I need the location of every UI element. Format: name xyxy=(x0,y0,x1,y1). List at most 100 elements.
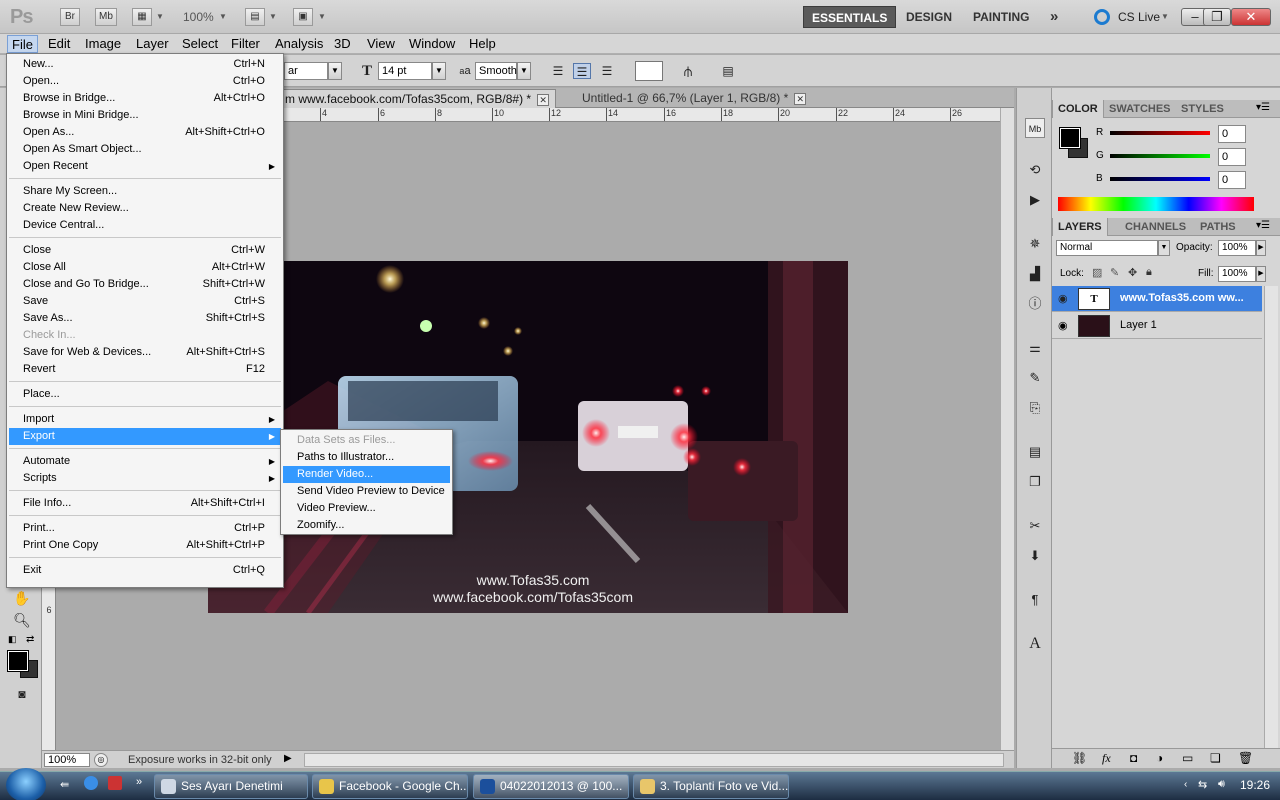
tab-document-1[interactable]: m www.facebook.com/Tofas35com, RGB/8#) *… xyxy=(278,89,557,108)
panel-menu-icon[interactable]: ▾☰ xyxy=(1256,220,1270,231)
status-zoom-field[interactable]: 100% xyxy=(44,753,90,767)
font-size-dropdown-icon[interactable]: ▼ xyxy=(432,62,446,80)
adjustments-icon[interactable]: ⚌ xyxy=(1025,338,1045,358)
channel-b-value[interactable]: 0 xyxy=(1218,171,1246,189)
align-right-icon[interactable]: ☰ xyxy=(598,63,616,79)
status-menu-arrow-icon[interactable]: ▶ xyxy=(284,753,292,764)
delete-layer-icon[interactable]: 🗑︎ xyxy=(1238,751,1253,765)
align-center-icon[interactable]: ☰ xyxy=(573,63,591,79)
file-menu-item[interactable]: New... Ctrl+N xyxy=(9,56,281,73)
character-panel-icon[interactable]: ▤ xyxy=(719,63,737,79)
vertical-scrollbar[interactable] xyxy=(1000,108,1014,750)
brushes-icon[interactable]: ✎ xyxy=(1025,368,1045,388)
lock-transparent-icon[interactable]: ▨ xyxy=(1092,266,1102,279)
animation-icon[interactable]: ⬇ xyxy=(1025,546,1045,566)
channel-g-value[interactable]: 0 xyxy=(1218,148,1246,166)
file-menu-item[interactable]: Print... Ctrl+P xyxy=(9,520,281,537)
show-desktop-icon[interactable]: ⇚ xyxy=(60,778,69,791)
lock-pixels-icon[interactable]: ✎ xyxy=(1110,266,1119,279)
tab-close-icon[interactable]: ✕ xyxy=(537,94,550,106)
channel-b-slider[interactable] xyxy=(1110,177,1210,181)
warp-text-icon[interactable]: ⫛ xyxy=(679,63,697,79)
file-menu-item[interactable]: Close Ctrl+W xyxy=(9,242,281,259)
zoom-dropdown-icon[interactable]: ▼ xyxy=(219,12,227,21)
notes-icon[interactable]: ▤ xyxy=(1025,442,1045,462)
menu-window[interactable]: Window xyxy=(405,35,459,53)
visibility-eye-icon[interactable]: ◉ xyxy=(1058,292,1068,305)
file-menu-item[interactable]: Scripts ▶ xyxy=(9,470,281,487)
file-menu-item[interactable]: Open Recent ▶ xyxy=(9,158,281,175)
layer-row-text[interactable]: ◉ T www.Tofas35.com ww... xyxy=(1052,286,1262,312)
file-menu-item[interactable]: Export ▶ xyxy=(9,428,281,445)
channel-r-slider[interactable] xyxy=(1110,131,1210,135)
foreground-color-swatch[interactable] xyxy=(7,650,29,672)
file-menu-item[interactable]: Exit Ctrl+Q xyxy=(9,562,281,579)
zoom-level[interactable]: 100% xyxy=(183,10,214,24)
channel-g-slider[interactable] xyxy=(1110,154,1210,158)
file-menu-item[interactable]: Open... Ctrl+O xyxy=(9,73,281,90)
export-menu-item[interactable]: Render Video... xyxy=(283,466,450,483)
file-menu-item[interactable]: Close All Alt+Ctrl+W xyxy=(9,259,281,276)
anti-alias-dropdown-icon[interactable]: ▼ xyxy=(517,62,531,80)
layer-name[interactable]: www.Tofas35.com ww... xyxy=(1120,292,1244,304)
blend-mode-dropdown[interactable]: Normal xyxy=(1056,240,1158,256)
screen-mode-dropdown-icon[interactable]: ▼ xyxy=(318,12,326,21)
view-extras-dropdown-icon[interactable]: ▼ xyxy=(156,12,164,21)
file-menu-item[interactable]: Open As Smart Object... xyxy=(9,141,281,158)
layer-comps-icon[interactable]: ❐ xyxy=(1025,472,1045,492)
history-icon[interactable]: ⟲ xyxy=(1025,160,1045,180)
view-extras-icon[interactable]: ▦ xyxy=(132,8,152,26)
export-menu-item[interactable]: Zoomify... xyxy=(283,517,450,534)
font-style-field[interactable]: ar xyxy=(284,62,328,80)
file-menu-item[interactable]: Close and Go To Bridge... Shift+Ctrl+W xyxy=(9,276,281,293)
hand-tool-icon[interactable]: ✋ xyxy=(10,588,34,608)
blend-mode-dropdown-icon[interactable]: ▼ xyxy=(1158,240,1170,256)
new-layer-icon[interactable]: ❏ xyxy=(1210,751,1221,765)
close-icon[interactable]: ✕ xyxy=(1231,8,1271,26)
paragraph-icon[interactable]: ¶ xyxy=(1025,590,1045,610)
file-menu-item[interactable]: Print One Copy Alt+Shift+Ctrl+P xyxy=(9,537,281,554)
menu-file[interactable]: File xyxy=(7,35,38,53)
character-icon[interactable]: A xyxy=(1025,634,1045,654)
histogram-icon[interactable]: ▟ xyxy=(1025,264,1045,284)
menu-view[interactable]: View xyxy=(363,35,399,53)
horizontal-scrollbar[interactable] xyxy=(304,753,1004,767)
cs-live-dropdown-icon[interactable]: ▼ xyxy=(1161,12,1169,21)
zoom-tool-icon[interactable]: 🔍︎ xyxy=(10,610,34,630)
text-color-swatch[interactable] xyxy=(635,61,663,81)
align-left-icon[interactable]: ☰ xyxy=(549,63,567,79)
layer-name[interactable]: Layer 1 xyxy=(1120,319,1157,331)
opacity-field[interactable]: 100% xyxy=(1218,240,1256,256)
file-menu-item[interactable]: Revert F12 xyxy=(9,361,281,378)
info-icon[interactable]: ⓘ xyxy=(1025,294,1045,314)
font-style-dropdown-icon[interactable]: ▼ xyxy=(328,62,342,80)
mini-bridge-icon[interactable]: Mb xyxy=(1025,118,1045,138)
layer-row-image[interactable]: ◉ Layer 1 xyxy=(1052,313,1262,339)
menu-image[interactable]: Image xyxy=(81,35,125,53)
file-menu-item[interactable]: Save Ctrl+S xyxy=(9,293,281,310)
more-workspaces-button[interactable]: » xyxy=(1042,6,1066,28)
layers-scrollbar[interactable] xyxy=(1264,286,1278,748)
lock-all-icon[interactable]: 🔒︎ xyxy=(1146,266,1152,279)
tab-swatches[interactable]: SWATCHES xyxy=(1104,100,1176,118)
tray-network-icon[interactable]: ⇆ xyxy=(1198,778,1207,791)
restore-icon[interactable]: ❐ xyxy=(1203,8,1231,26)
taskbar-item[interactable]: 3. Toplanti Foto ve Vid... xyxy=(633,774,789,799)
tray-clock[interactable]: 19:26 xyxy=(1240,778,1270,792)
font-size-field[interactable]: 14 pt xyxy=(378,62,432,80)
fx-icon[interactable]: fx xyxy=(1102,751,1111,766)
actions-icon[interactable]: ▶ xyxy=(1025,190,1045,210)
mini-bridge-button[interactable]: Mb xyxy=(95,8,117,26)
file-menu-item[interactable]: File Info... Alt+Shift+Ctrl+I xyxy=(9,495,281,512)
taskbar-item[interactable]: 04022012013 @ 100... xyxy=(473,774,629,799)
export-menu-item[interactable]: Video Preview... xyxy=(283,500,450,517)
bridge-button[interactable]: Br xyxy=(60,8,80,26)
color-spectrum[interactable] xyxy=(1058,197,1254,211)
fill-field[interactable]: 100% xyxy=(1218,266,1256,282)
menu-select[interactable]: Select xyxy=(178,35,222,53)
file-menu-item[interactable]: Import ▶ xyxy=(9,411,281,428)
export-menu-item[interactable]: Paths to Illustrator... xyxy=(283,449,450,466)
clone-source-icon[interactable]: ⎘ xyxy=(1025,398,1045,418)
taskbar-item[interactable]: Facebook - Google Ch... xyxy=(312,774,468,799)
tab-styles[interactable]: STYLES xyxy=(1176,100,1229,118)
